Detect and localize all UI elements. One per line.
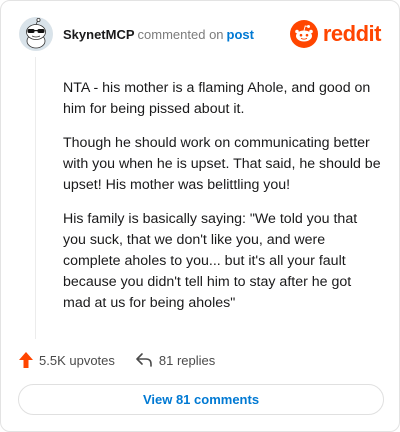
comment-paragraph: His family is basically saying: "We told… (63, 211, 358, 311)
comment-meta: SkynetMCP commented on post (63, 27, 254, 42)
reddit-brand[interactable]: reddit (289, 19, 382, 49)
reply-arrow-icon[interactable] (135, 352, 153, 368)
comment-paragraph: NTA - his mother is a flaming Ahole, and… (63, 80, 371, 117)
comment-body: NTA - his mother is a flaming Ahole, and… (63, 78, 381, 327)
reply-count[interactable]: 81 replies (159, 353, 215, 368)
reddit-alien-logo-icon (289, 20, 318, 48)
username[interactable]: SkynetMCP (63, 27, 135, 42)
upvote-count: 5.5K upvotes (39, 352, 115, 368)
comment-header: SkynetMCP commented on post reddit (19, 17, 382, 53)
comment-paragraph: Though he should work on communicating b… (63, 135, 381, 193)
post-link[interactable]: post (227, 27, 254, 42)
user-avatar-icon[interactable] (19, 17, 53, 51)
view-comments-button[interactable]: View 81 comments (18, 384, 384, 415)
commented-on-label: commented on (137, 27, 224, 42)
thread-line[interactable] (35, 57, 36, 339)
reddit-wordmark: reddit (322, 21, 382, 46)
upvote-arrow-icon[interactable] (18, 351, 34, 369)
comment-actions: 5.5K upvotes 81 replies (18, 349, 215, 371)
comment-card: SkynetMCP commented on post reddit NTA - h… (0, 0, 400, 432)
